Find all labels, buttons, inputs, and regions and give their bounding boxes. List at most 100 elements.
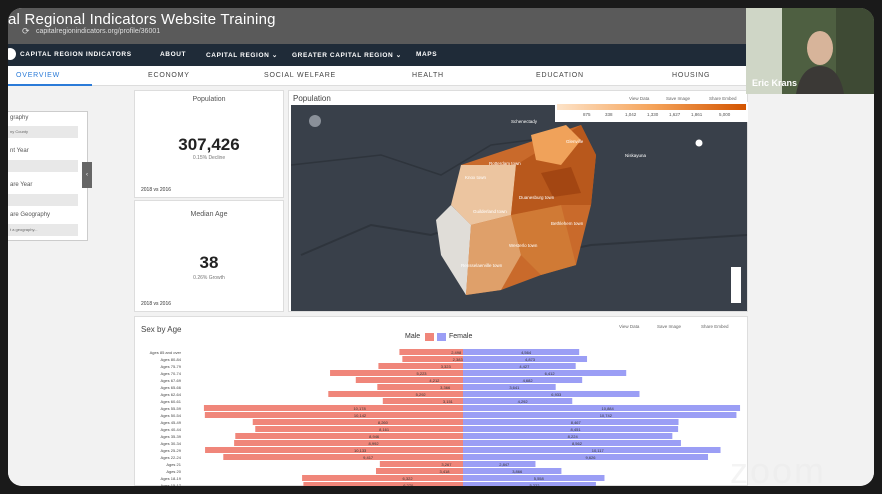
site-logo-icon[interactable]: [8, 48, 16, 60]
median-age-change: 0.26% Growth: [193, 275, 225, 281]
male-value-label: 8,260: [378, 420, 389, 425]
male-value-label: 9,417: [363, 455, 374, 460]
card-title: Population: [192, 96, 226, 103]
male-bar[interactable]: [328, 391, 463, 397]
age-group-label: Ages 80-84: [161, 357, 182, 362]
male-bar[interactable]: [223, 454, 463, 460]
male-bar[interactable]: [330, 370, 463, 376]
sex-by-age-chart: Sex by Age View Data Save Image Share Em…: [134, 316, 748, 486]
female-value-label: 6,412: [545, 371, 556, 376]
tab-overview[interactable]: OVERVIEW: [16, 72, 60, 79]
chart-share-embed-link[interactable]: Share Embed: [701, 324, 729, 329]
female-value-label: 10,742: [600, 413, 613, 418]
male-bar[interactable]: [203, 405, 463, 411]
site-navbar: CAPITAL REGION INDICATORS ABOUT CAPITAL …: [8, 44, 748, 66]
map-label-schenectady: Schenectady: [511, 119, 538, 124]
median-age-value: 38: [199, 253, 219, 272]
age-group-label: Ages 40-44: [161, 427, 182, 432]
population-value: 307,426: [178, 135, 240, 154]
map-label-duanesburg: Duanesburg town: [519, 195, 555, 200]
tab-education[interactable]: EDUCATION: [536, 72, 584, 79]
female-value-label: 10,884: [602, 406, 615, 411]
nav-item-capital-region[interactable]: CAPITAL REGION ⌄: [206, 51, 278, 59]
female-value-label: 3,641: [509, 385, 520, 390]
male-value-label: 3,323: [441, 364, 452, 369]
map-label-guilderland: Guilderland town: [473, 209, 507, 214]
tab-social-welfare[interactable]: SOCIAL WELFARE: [264, 72, 336, 79]
legend-female-label: Female: [449, 333, 473, 340]
zoom-video-frame: al Regional Indicators Website Training …: [8, 8, 874, 486]
age-group-label: Ages 20: [166, 469, 181, 474]
panel-collapse-button[interactable]: ‹: [82, 162, 92, 188]
age-group-label: Ages 22-24: [161, 455, 182, 460]
filter-panel: graphy ny County nt Year are Year are Ge…: [8, 111, 88, 241]
filter-label-geography: graphy: [10, 115, 29, 121]
map-view-data-link[interactable]: View Data: [629, 96, 649, 101]
tab-housing[interactable]: HOUSING: [672, 72, 710, 79]
tab-economy[interactable]: ECONOMY: [148, 72, 190, 79]
female-value-label: 4,427: [519, 364, 530, 369]
male-value-label: 2,498: [451, 350, 462, 355]
male-value-label: 8,161: [379, 427, 390, 432]
map-save-image-link[interactable]: Save Image: [666, 96, 690, 101]
nav-item-about[interactable]: ABOUT: [160, 51, 186, 58]
county-map-svg: [291, 125, 747, 295]
map-label-niskayuna: Niskayuna: [625, 153, 647, 158]
filter-label-compare-year: are Year: [10, 182, 33, 188]
map-label-rensselaerville: Rensselaerville town: [461, 263, 503, 268]
female-value-label: 4,873: [525, 357, 536, 362]
geography-select[interactable]: ny County: [8, 126, 78, 138]
male-bar[interactable]: [252, 419, 463, 425]
compare-geography-select[interactable]: t a geography...: [8, 224, 78, 236]
nav-item-maps[interactable]: MAPS: [416, 51, 437, 58]
female-value-label: 8,562: [572, 441, 583, 446]
age-group-label: Ages 70-74: [161, 371, 182, 376]
male-bar[interactable]: [375, 468, 463, 474]
nav-item-greater-capital-region[interactable]: GREATER CAPITAL REGION ⌄: [292, 51, 402, 59]
filter-label-compare-geography: are Geography: [10, 212, 51, 218]
age-group-label: Ages 65-66: [161, 385, 182, 390]
male-value-label: 10,133: [354, 448, 367, 453]
male-value-label: 5,223: [417, 371, 428, 376]
female-value-label: 5,558: [534, 476, 545, 481]
chart-save-image-link[interactable]: Save Image: [657, 324, 681, 329]
female-value-label: 4,682: [523, 378, 534, 383]
male-bar[interactable]: [234, 440, 463, 446]
choropleth-map[interactable]: Schenectady Rotterdam town Glenville Nis…: [291, 105, 747, 311]
reload-icon: ⟳: [22, 26, 30, 36]
map-zoom-controls[interactable]: [731, 267, 741, 303]
current-year-select[interactable]: [8, 160, 78, 172]
female-value-label: 8,467: [571, 420, 582, 425]
male-bar[interactable]: [303, 482, 463, 486]
female-value-label: 2,847: [499, 462, 510, 467]
male-bar[interactable]: [355, 377, 463, 383]
map-share-embed-link[interactable]: Share Embed: [709, 96, 737, 101]
home-icon[interactable]: [309, 115, 321, 127]
legend-male-label: Male: [405, 333, 421, 340]
age-group-label: Ages 21: [166, 462, 181, 467]
compare-year-select[interactable]: [8, 194, 78, 206]
video-title-bar: al Regional Indicators Website Training …: [8, 8, 874, 44]
age-group-label: Ages 45-49: [161, 420, 182, 425]
chart-view-data-link[interactable]: View Data: [619, 324, 639, 329]
population-change: 0.15% Decline: [192, 155, 226, 161]
male-value-label: 2,383: [453, 357, 464, 362]
age-group-label: Ages 75-79: [161, 364, 182, 369]
webcam-video: Eric Krans: [746, 8, 874, 94]
tab-health[interactable]: HEALTH: [412, 72, 444, 79]
age-group-label: Ages 18-19: [161, 476, 182, 481]
map-label-glenville: Glenville: [566, 139, 584, 144]
male-bar[interactable]: [235, 433, 463, 439]
page-content: graphy ny County nt Year are Year are Ge…: [8, 86, 874, 486]
legend-value: 1,042: [625, 112, 637, 117]
male-bar[interactable]: [205, 447, 463, 453]
age-group-label: Ages 35-39: [161, 434, 182, 439]
male-bar[interactable]: [302, 475, 463, 481]
nav-item-home[interactable]: CAPITAL REGION INDICATORS: [20, 51, 132, 58]
population-card: Population 307,426 0.15% Decline 2018 vs…: [134, 90, 284, 198]
male-bar[interactable]: [204, 412, 463, 418]
legend-value: 338: [605, 112, 613, 117]
map-label-bethlehem: Bethlehem town: [551, 221, 584, 226]
legend-value: 1,330: [647, 112, 659, 117]
male-bar[interactable]: [255, 426, 463, 432]
